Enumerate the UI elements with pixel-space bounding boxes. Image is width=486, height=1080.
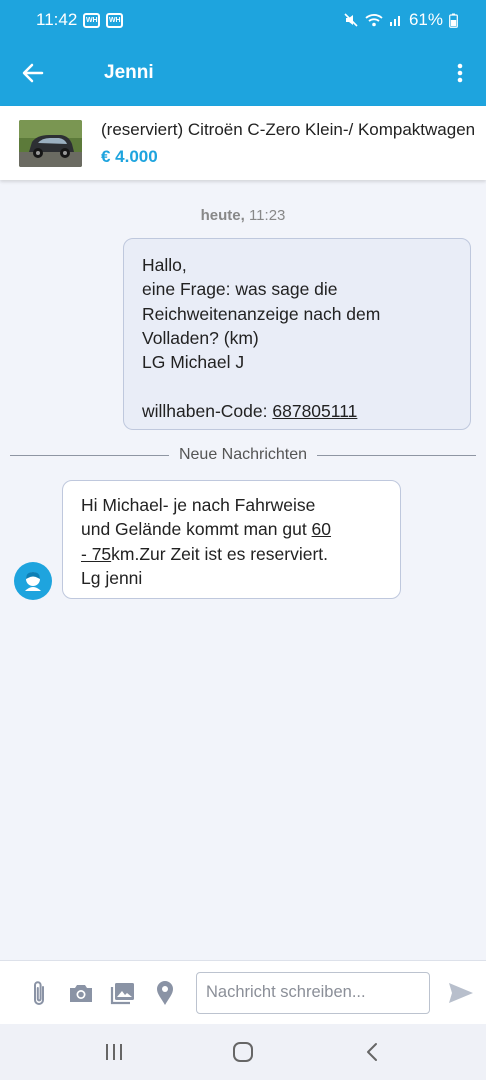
recent-apps-button[interactable]	[84, 1027, 144, 1077]
home-icon	[232, 1042, 253, 1062]
date-time: 11:23	[248, 207, 286, 224]
message-line: LG Michael J	[142, 352, 245, 373]
signal-icon	[389, 13, 403, 27]
message-line: Hi Michael- je nach Fahrweise	[81, 495, 316, 515]
camera-button[interactable]	[60, 972, 102, 1014]
willhaben-code-link[interactable]: 687805111	[272, 401, 357, 421]
system-back-button[interactable]	[342, 1027, 402, 1077]
listing-header[interactable]: (reserviert) Citroën C-Zero Klein-/ Komp…	[0, 106, 486, 180]
system-navigation-bar	[0, 1024, 486, 1080]
willhaben-code-line: willhaben-Code: 687805111	[142, 399, 452, 423]
sender-avatar[interactable]	[14, 562, 52, 600]
listing-title: (reserviert) Citroën C-Zero Klein-/ Komp…	[101, 119, 476, 139]
location-pin-icon	[157, 980, 173, 1005]
location-button[interactable]	[144, 972, 186, 1014]
new-messages-label: Neue Nachrichten	[178, 446, 308, 463]
battery-level: 61%	[408, 10, 443, 29]
status-bar: 11:42 WH WH 61%	[0, 0, 486, 40]
listing-price: € 4.000	[101, 146, 158, 166]
message-composer	[0, 960, 486, 1024]
app-notification-icon: WH	[106, 12, 124, 28]
more-vertical-icon	[457, 63, 463, 83]
message-line: Reichweitenanzeige nach dem	[142, 303, 381, 324]
willhaben-code-label: willhaben-Code:	[142, 400, 268, 421]
listing-info: (reserviert) Citroën C-Zero Klein-/ Komp…	[101, 120, 481, 167]
message-line: Volladen? (km)	[142, 327, 259, 348]
new-messages-divider: Neue Nachrichten	[10, 446, 477, 464]
date-label: heute,	[200, 207, 245, 224]
attach-button[interactable]	[18, 972, 60, 1014]
status-time: 11:42	[36, 10, 78, 29]
send-button[interactable]	[440, 972, 482, 1014]
camera-icon	[70, 984, 92, 1002]
back-button[interactable]	[0, 40, 66, 106]
arrow-left-icon	[22, 63, 44, 83]
conversation-partner-name: Jenni	[104, 62, 154, 83]
message-line: Hallo,	[142, 255, 187, 275]
paperclip-icon	[34, 980, 44, 1005]
message-text: km.Zur Zeit ist es reserviert.	[111, 543, 328, 564]
number-link[interactable]: 60	[312, 519, 331, 539]
incoming-message-bubble: Hi Michael- je nach Fahrweise und Geländ…	[62, 480, 401, 599]
mute-icon	[343, 12, 359, 28]
status-bar-right: 61%	[343, 10, 458, 30]
app-bar: Jenni	[0, 40, 486, 106]
back-icon	[366, 1043, 377, 1061]
gallery-button[interactable]	[102, 972, 144, 1014]
wifi-icon	[365, 13, 383, 27]
gallery-icon	[110, 982, 134, 1004]
divider-rule	[10, 454, 169, 456]
number-link[interactable]: - 75	[81, 544, 111, 564]
message-text: und Gelände kommt man gut	[81, 519, 312, 540]
listing-thumbnail	[19, 119, 82, 167]
recent-apps-icon	[106, 1044, 123, 1060]
message-input[interactable]	[196, 971, 430, 1014]
app-notification-icon: WH	[83, 12, 101, 28]
divider-rule	[317, 454, 477, 456]
user-avatar-icon	[25, 572, 41, 591]
message-line: - 75km.Zur Zeit ist es reserviert.	[81, 542, 382, 566]
battery-icon	[449, 13, 458, 28]
outgoing-message-bubble: Hallo, eine Frage: was sage die Reichwei…	[123, 238, 471, 430]
more-options-button[interactable]	[434, 40, 486, 106]
status-bar-left: 11:42 WH WH	[36, 10, 124, 30]
send-icon	[449, 982, 473, 1003]
message-line: und Gelände kommt man gut 60	[81, 517, 382, 541]
message-date-stamp: heute, 11:23	[0, 207, 486, 224]
message-line: eine Frage: was sage die	[142, 279, 338, 300]
home-button[interactable]	[213, 1027, 273, 1077]
message-line: Lg jenni	[81, 567, 143, 588]
